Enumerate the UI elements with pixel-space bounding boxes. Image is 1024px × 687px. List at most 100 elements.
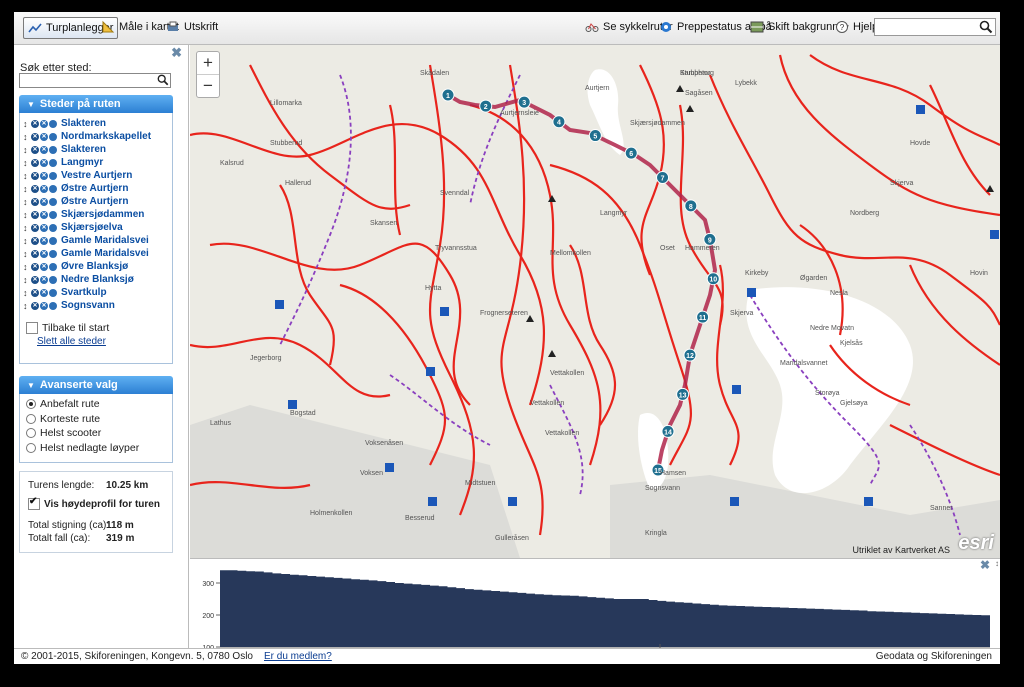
info-icon[interactable] <box>49 236 57 245</box>
move-icon[interactable]: ✕ <box>40 236 48 245</box>
remove-icon[interactable]: ✕ <box>31 132 39 141</box>
stop-item[interactable]: ↕ ✕ ✕ Skjærsjødammen <box>20 208 172 221</box>
back-to-start-checkbox[interactable] <box>26 322 38 334</box>
move-icon[interactable]: ✕ <box>40 249 48 258</box>
move-icon[interactable]: ✕ <box>40 132 48 141</box>
info-icon[interactable] <box>49 275 57 284</box>
route-option[interactable]: Helst scooter <box>20 426 172 441</box>
info-icon[interactable] <box>49 223 57 232</box>
stop-item[interactable]: ↕ ✕ ✕ Vestre Aurtjern <box>20 169 172 182</box>
drag-handle-icon[interactable]: ↕ <box>23 249 31 259</box>
remove-icon[interactable]: ✕ <box>31 184 39 193</box>
move-icon[interactable]: ✕ <box>40 158 48 167</box>
route-marker[interactable]: 12 <box>683 348 697 362</box>
show-profile-row[interactable]: Vis høydeprofil for turen <box>28 496 160 510</box>
place-search-input[interactable] <box>19 73 171 88</box>
remove-icon[interactable]: ✕ <box>31 223 39 232</box>
drag-handle-icon[interactable]: ↕ <box>23 288 31 298</box>
route-marker[interactable]: 13 <box>676 387 690 401</box>
info-icon[interactable] <box>49 249 57 258</box>
drag-handle-icon[interactable]: ↕ <box>23 171 31 181</box>
drag-handle-icon[interactable]: ↕ <box>23 301 31 311</box>
route-option-radio[interactable] <box>26 399 36 410</box>
advanced-panel-header[interactable]: ▼ Avanserte valg <box>19 376 173 394</box>
info-icon[interactable] <box>49 262 57 271</box>
info-icon[interactable] <box>49 145 57 154</box>
move-icon[interactable]: ✕ <box>40 262 48 271</box>
move-icon[interactable]: ✕ <box>40 301 48 310</box>
route-marker[interactable]: 10 <box>706 272 720 286</box>
remove-icon[interactable]: ✕ <box>31 301 39 310</box>
route-marker[interactable]: 14 <box>661 424 675 438</box>
drag-handle-icon[interactable]: ↕ <box>23 262 31 272</box>
stop-item[interactable]: ↕ ✕ ✕ Øvre Blanksjø <box>20 260 172 273</box>
zoom-out-button[interactable]: − <box>197 75 219 97</box>
toolbar-search[interactable] <box>874 18 996 36</box>
drag-handle-icon[interactable]: ↕ <box>23 210 31 220</box>
info-icon[interactable] <box>49 171 57 180</box>
stop-item[interactable]: ↕ ✕ ✕ Slakteren <box>20 117 172 130</box>
route-option-radio[interactable] <box>26 413 36 424</box>
route-marker[interactable]: 2 <box>479 99 493 113</box>
move-icon[interactable]: ✕ <box>40 197 48 206</box>
zoom-in-button[interactable]: + <box>197 52 219 75</box>
info-icon[interactable] <box>49 119 57 128</box>
move-icon[interactable]: ✕ <box>40 184 48 193</box>
route-marker[interactable]: 5 <box>588 129 602 143</box>
move-icon[interactable]: ✕ <box>40 210 48 219</box>
remove-icon[interactable]: ✕ <box>31 249 39 258</box>
info-icon[interactable] <box>49 210 57 219</box>
resize-handle-icon[interactable]: ↕ <box>995 559 999 568</box>
remove-icon[interactable]: ✕ <box>31 119 39 128</box>
remove-icon[interactable]: ✕ <box>31 197 39 206</box>
route-option-radio[interactable] <box>26 442 36 453</box>
stop-item[interactable]: ↕ ✕ ✕ Gamle Maridalsvei <box>20 234 172 247</box>
toolbar-search-input[interactable] <box>875 19 981 35</box>
print-button[interactable]: Utskrift <box>166 17 218 37</box>
stop-item[interactable]: ↕ ✕ ✕ Nordmarkskapellet <box>20 130 172 143</box>
stop-item[interactable]: ↕ ✕ ✕ Østre Aurtjern <box>20 182 172 195</box>
move-icon[interactable]: ✕ <box>40 275 48 284</box>
stop-item[interactable]: ↕ ✕ ✕ Gamle Maridalsvei <box>20 247 172 260</box>
remove-icon[interactable]: ✕ <box>31 275 39 284</box>
stop-item[interactable]: ↕ ✕ ✕ Sognsvann <box>20 299 172 312</box>
move-icon[interactable]: ✕ <box>40 119 48 128</box>
member-link[interactable]: Er du medlem? <box>264 651 332 662</box>
route-marker[interactable]: 1 <box>441 88 455 102</box>
show-profile-checkbox[interactable] <box>28 496 40 510</box>
remove-icon[interactable]: ✕ <box>31 171 39 180</box>
map-canvas[interactable]: 123456789101112131415 KamphaugSagåsenLyb… <box>190 45 1000 558</box>
route-marker[interactable]: 6 <box>624 146 638 160</box>
places-panel-header[interactable]: ▼ Steder på ruten <box>19 95 173 113</box>
drag-handle-icon[interactable]: ↕ <box>23 184 31 194</box>
remove-icon[interactable]: ✕ <box>31 236 39 245</box>
remove-icon[interactable]: ✕ <box>31 262 39 271</box>
move-icon[interactable]: ✕ <box>40 171 48 180</box>
drag-handle-icon[interactable]: ↕ <box>23 145 31 155</box>
info-icon[interactable] <box>49 301 57 310</box>
drag-handle-icon[interactable]: ↕ <box>23 132 31 142</box>
info-icon[interactable] <box>49 197 57 206</box>
drag-handle-icon[interactable]: ↕ <box>23 236 31 246</box>
route-option[interactable]: Anbefalt rute <box>20 397 172 412</box>
search-icon[interactable] <box>979 20 993 34</box>
route-option-radio[interactable] <box>26 428 36 439</box>
drag-handle-icon[interactable]: ↕ <box>23 223 31 233</box>
close-icon[interactable]: ✖ <box>980 558 990 572</box>
move-icon[interactable]: ✕ <box>40 223 48 232</box>
stop-item[interactable]: ↕ ✕ ✕ Slakteren <box>20 143 172 156</box>
remove-icon[interactable]: ✕ <box>31 158 39 167</box>
drag-handle-icon[interactable]: ↕ <box>23 275 31 285</box>
route-marker[interactable]: 9 <box>703 232 717 246</box>
back-to-start-row[interactable]: Tilbake til start <box>26 322 109 334</box>
info-icon[interactable] <box>49 288 57 297</box>
stop-item[interactable]: ↕ ✕ ✕ Skjærsjøelva <box>20 221 172 234</box>
route-marker[interactable]: 8 <box>684 199 698 213</box>
info-icon[interactable] <box>49 132 57 141</box>
move-icon[interactable]: ✕ <box>40 288 48 297</box>
drag-handle-icon[interactable]: ↕ <box>23 158 31 168</box>
clear-all-link[interactable]: Slett alle steder <box>37 336 106 347</box>
route-marker[interactable]: 3 <box>517 95 531 109</box>
route-marker[interactable]: 11 <box>696 310 710 324</box>
remove-icon[interactable]: ✕ <box>31 288 39 297</box>
